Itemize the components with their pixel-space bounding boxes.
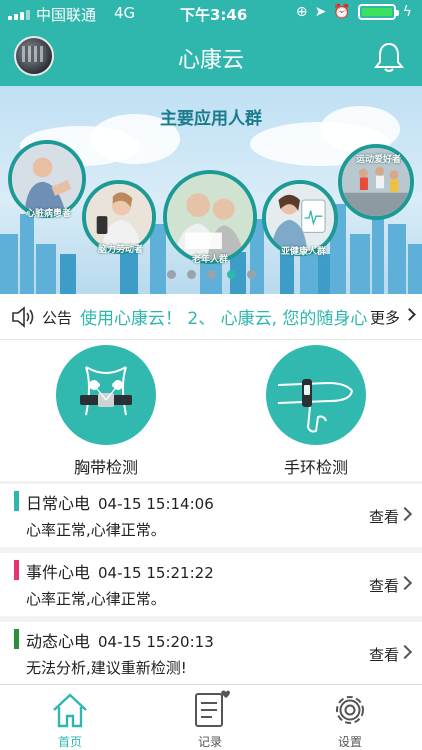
tab-home[interactable]: 首页	[0, 685, 140, 750]
tab-label: 记录	[197, 735, 222, 749]
detection-methods: 胸带检测 手环检测	[0, 340, 422, 481]
battery-icon	[357, 4, 399, 20]
carousel-dot-active[interactable]	[226, 270, 236, 279]
group-label: 脑力劳动者	[98, 245, 144, 255]
carousel-dot[interactable]	[166, 270, 176, 279]
tab-settings[interactable]: 设置	[280, 685, 420, 750]
clock: 下午3:46	[180, 6, 248, 24]
tab-label: 首页	[57, 735, 82, 749]
settings-icon	[336, 696, 364, 724]
record-item[interactable]: 日常心电 04-15 15:14:06 心率正常,心律正常。 查看	[0, 484, 422, 547]
more-link[interactable]: 更多	[370, 307, 400, 328]
record-type: 事件心电	[26, 563, 91, 582]
chevron-right-icon[interactable]	[397, 506, 413, 522]
record-type-marker	[14, 629, 19, 649]
view-button[interactable]: 查看	[369, 644, 399, 665]
record-header: 动态心电 04-15 15:20:13	[26, 628, 214, 652]
wristband-icon[interactable]	[266, 345, 366, 445]
announcement-text[interactable]: 使用心康云！ 2、 心康云, 您的随身心电专家	[80, 304, 368, 329]
chest-strap-detect-button[interactable]: 胸带检测	[26, 340, 186, 481]
view-button[interactable]: 查看	[369, 506, 399, 527]
announcement-bar[interactable]: 公告 使用心康云！ 2、 心康云, 您的随身心电专家 更多	[0, 294, 422, 340]
banner-carousel[interactable]: 主要应用人群 心脏病患者 脑力劳动者 老年人群 亚健康人群 运动爱好者	[0, 86, 422, 294]
chest-strap-icon[interactable]	[56, 345, 156, 445]
location-icon: ➤	[314, 4, 327, 20]
record-result: 心率正常,心律正常。	[26, 590, 166, 608]
group-label: 老年人群	[192, 255, 229, 265]
record-datetime: 04-15 15:14:06	[98, 495, 214, 513]
record-result: 心率正常,心律正常。	[26, 521, 166, 539]
record-datetime: 04-15 15:21:22	[98, 564, 214, 582]
carousel-dot[interactable]	[186, 270, 196, 279]
speaker-icon	[12, 306, 34, 328]
announcement-label: 公告	[42, 309, 73, 327]
record-item[interactable]: 事件心电 04-15 15:21:22 心率正常,心律正常。 查看	[0, 553, 422, 616]
carrier-name: 中国联通	[36, 6, 97, 24]
tab-bar: 首页 记录 设置	[0, 684, 422, 750]
signal-strength-icon	[8, 10, 30, 20]
record-type: 动态心电	[26, 632, 91, 651]
home-icon	[53, 693, 87, 728]
record-header: 事件心电 04-15 15:21:22	[26, 559, 214, 583]
network-type: 4G	[114, 4, 136, 22]
tab-label: 设置	[337, 735, 362, 749]
record-result: 无法分析,建议重新检测!	[26, 659, 187, 677]
record-item[interactable]: 动态心电 04-15 15:20:13 无法分析,建议重新检测! 查看	[0, 622, 422, 685]
carousel-indicator	[0, 270, 422, 279]
group-label: 亚健康人群	[281, 247, 327, 257]
record-datetime: 04-15 15:20:13	[98, 633, 214, 651]
carousel-dot[interactable]	[246, 270, 256, 279]
banner-title: 主要应用人群	[160, 109, 262, 129]
group-label: 心脏病患者	[26, 209, 72, 219]
bell-icon[interactable]	[372, 40, 406, 74]
chest-strap-label: 胸带检测	[73, 458, 138, 477]
header: 中国联通 4G 下午3:46 ⊕ ➤ ⏰ ϟ 心康云	[0, 0, 422, 86]
alarm-icon: ⏰	[333, 4, 351, 20]
carousel-dot[interactable]	[206, 270, 216, 279]
record-icon	[195, 690, 230, 727]
tab-record[interactable]: 记录	[140, 685, 280, 750]
record-type-marker	[14, 491, 19, 511]
group-label: 运动爱好者	[356, 155, 402, 165]
nav-bar: 心康云	[0, 28, 422, 86]
wristband-label: 手环检测	[283, 458, 348, 477]
view-button[interactable]: 查看	[369, 575, 399, 596]
charging-icon: ϟ	[402, 4, 412, 20]
group-elderly[interactable]	[163, 170, 257, 264]
lock-rotation-icon: ⊕	[295, 4, 308, 20]
status-bar: 中国联通 4G 下午3:46 ⊕ ➤ ⏰ ϟ	[0, 0, 422, 28]
page-title: 心康云	[177, 48, 244, 73]
chevron-right-icon[interactable]	[397, 644, 413, 660]
record-type-marker	[14, 560, 19, 580]
chevron-right-icon[interactable]	[403, 308, 416, 321]
wristband-detect-button[interactable]: 手环检测	[236, 340, 396, 481]
chevron-right-icon[interactable]	[397, 575, 413, 591]
record-header: 日常心电 04-15 15:14:06	[26, 490, 214, 514]
record-type: 日常心电	[26, 494, 91, 513]
